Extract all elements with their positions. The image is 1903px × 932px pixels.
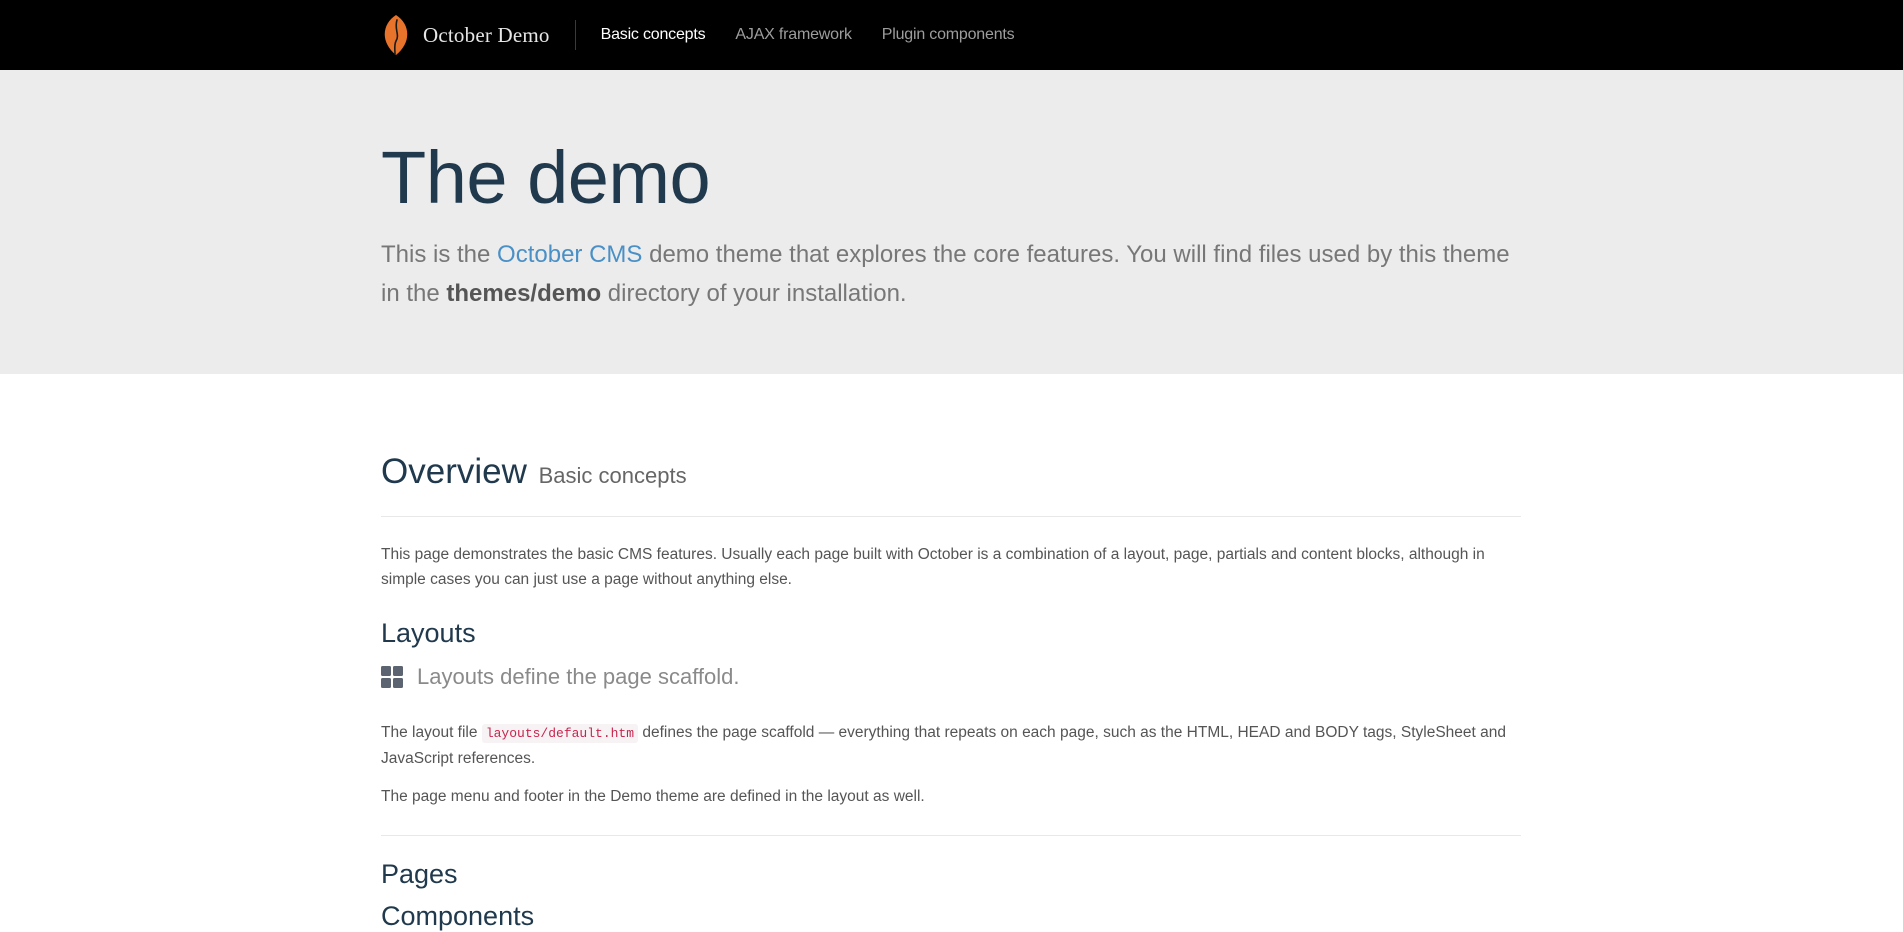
layouts-paragraph-2: The page menu and footer in the Demo the… (381, 788, 925, 805)
layouts-lead: Layouts define the page scaffold. (381, 664, 740, 690)
navbar-divider (574, 20, 576, 50)
pages-heading: Pages (381, 859, 458, 889)
hero-jumbotron: The demo This is the October CMS demo th… (0, 70, 1903, 374)
layout-file-path: layouts/default.htm (481, 724, 639, 743)
themes-demo-path: themes/demo (446, 280, 602, 307)
overview-intro: This page demonstrates the basic CMS fea… (381, 546, 1485, 588)
layouts-para-text-1: The layout file (381, 724, 482, 741)
th-large-icon (381, 666, 403, 688)
hero-lead-text-1: This is the (381, 241, 498, 268)
overview-heading: Overview Basic concepts (381, 452, 687, 492)
brand-name: October Demo (423, 22, 550, 47)
layouts-heading: Layouts (381, 618, 476, 648)
nav-ajax-framework[interactable]: AJAX framework (735, 26, 852, 44)
nav-basic-concepts[interactable]: Basic concepts (601, 26, 706, 44)
nav-plugin-components[interactable]: Plugin components (882, 26, 1015, 44)
main-menu: Basic concepts AJAX framework Plugin com… (601, 0, 1045, 70)
overview-divider (381, 516, 1521, 517)
october-leaf-logo-icon (384, 14, 408, 55)
layouts-paragraph-1: The layout file layouts/default.htm defi… (381, 720, 1521, 771)
hero-title: The demo (381, 136, 711, 219)
layouts-divider (381, 835, 1521, 836)
top-navbar: October Demo Basic concepts AJAX framewo… (0, 0, 1903, 70)
hero-lead-text-3: directory of your installation. (601, 280, 907, 307)
october-cms-link[interactable]: October CMS (497, 241, 642, 268)
layouts-lead-text: Layouts define the page scaffold. (417, 664, 740, 689)
next-section-heading: Components (381, 901, 535, 931)
brand-link[interactable]: October Demo (381, 0, 550, 70)
overview-subtitle: Basic concepts (538, 463, 687, 488)
hero-lead: This is the October CMS demo theme that … (381, 235, 1521, 313)
overview-title: Overview (381, 452, 527, 491)
navbar-inner: October Demo Basic concepts AJAX framewo… (381, 0, 1044, 70)
